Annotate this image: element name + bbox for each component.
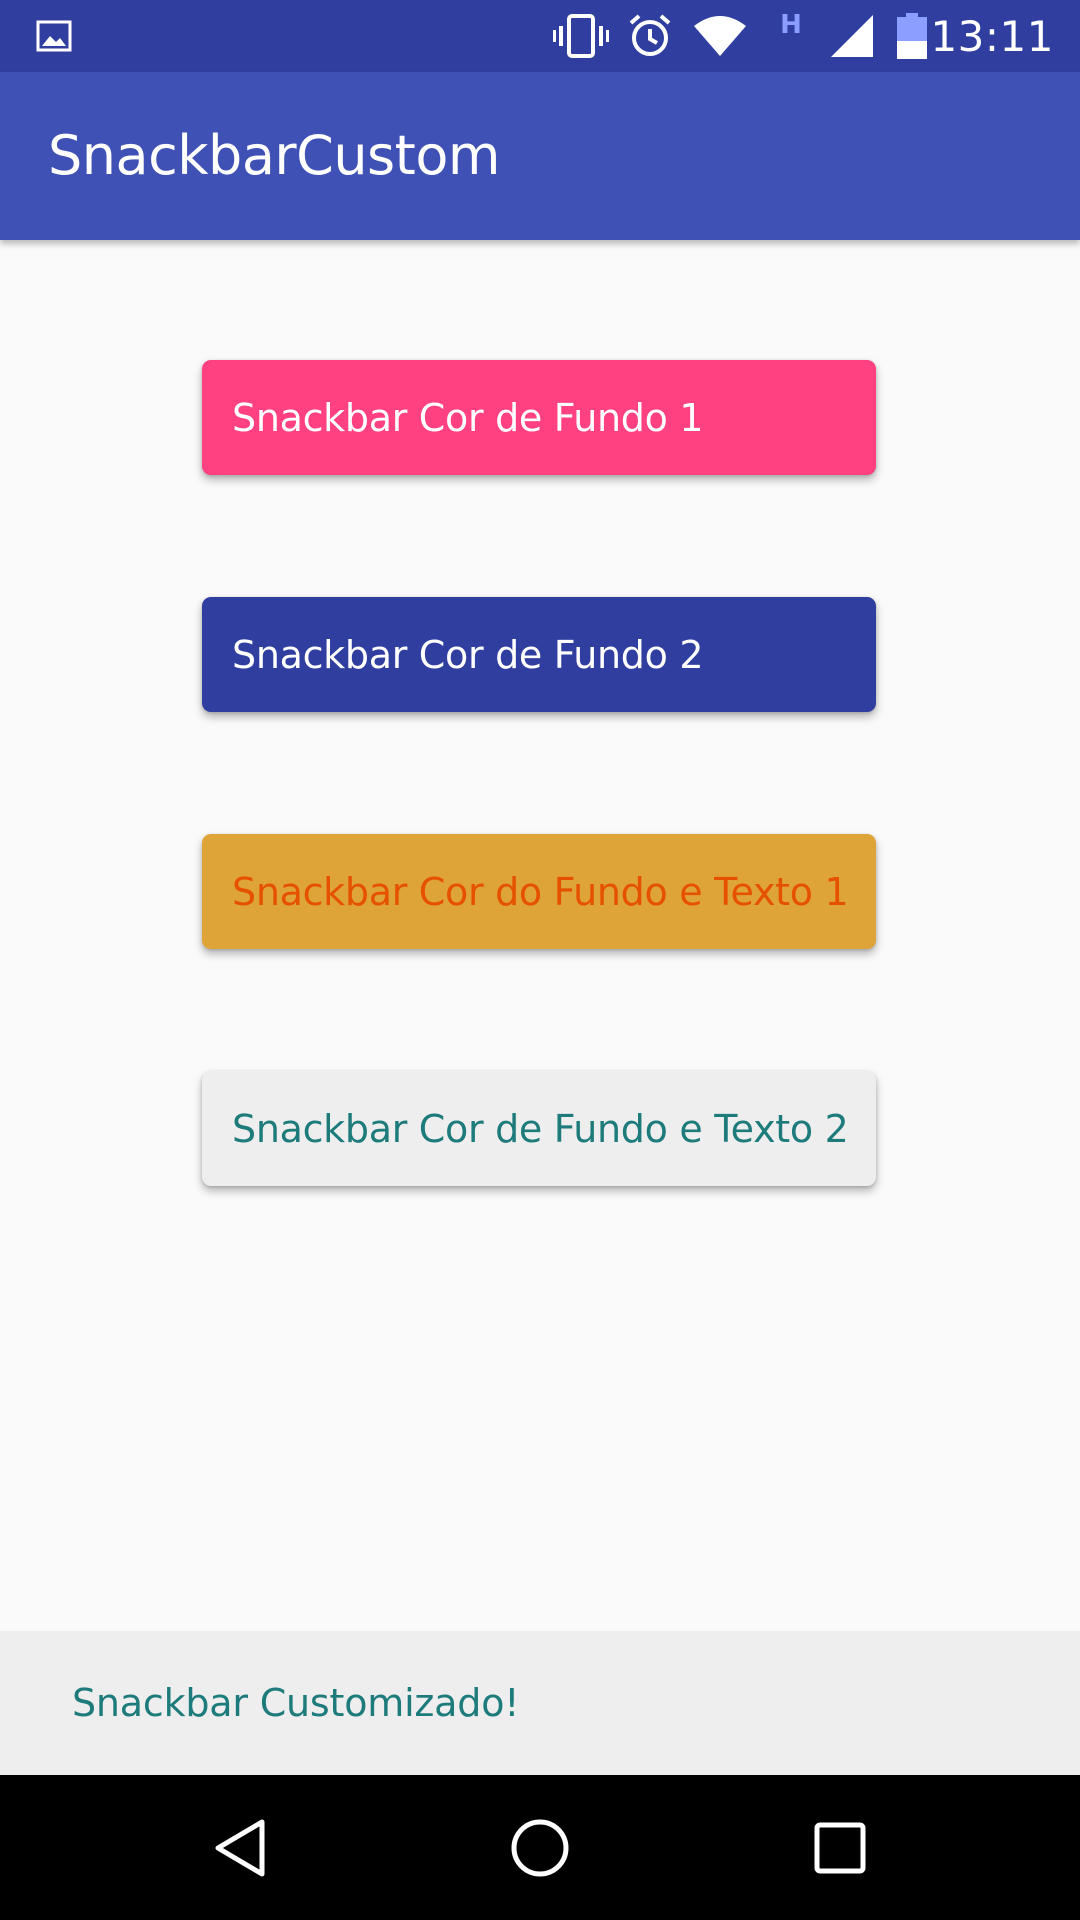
home-icon <box>511 1819 569 1876</box>
home-button[interactable] <box>460 1775 620 1920</box>
image-notification-icon <box>34 0 74 72</box>
wifi-icon <box>690 0 750 72</box>
recents-button[interactable] <box>760 1775 920 1920</box>
recents-icon <box>814 1822 866 1873</box>
alarm-icon <box>626 0 674 72</box>
app-bar: SnackbarCustom <box>0 72 1080 240</box>
signal-icon <box>828 0 876 72</box>
back-button[interactable] <box>160 1775 320 1920</box>
status-bar: H 13:11 <box>0 0 1080 72</box>
snackbar: Snackbar Customizado! <box>0 1631 1080 1775</box>
navigation-bar <box>0 1775 1080 1920</box>
snackbar-message: Snackbar Customizado! <box>72 1681 520 1725</box>
snackbar-background-2-button[interactable]: Snackbar Cor de Fundo 2 <box>202 597 876 712</box>
snackbar-background-text-2-button[interactable]: Snackbar Cor de Fundo e Texto 2 <box>202 1071 876 1186</box>
snackbar-background-1-button[interactable]: Snackbar Cor de Fundo 1 <box>202 360 876 475</box>
snackbar-background-text-1-button[interactable]: Snackbar Cor do Fundo e Texto 1 <box>202 834 876 949</box>
status-clock: 13:11 <box>930 12 1054 61</box>
vibrate-icon <box>552 0 610 72</box>
network-h-icon: H <box>776 0 806 72</box>
back-icon <box>215 1819 265 1876</box>
app-title: SnackbarCustom <box>48 124 501 187</box>
network-type-label: H <box>780 10 802 40</box>
battery-icon <box>894 0 930 72</box>
